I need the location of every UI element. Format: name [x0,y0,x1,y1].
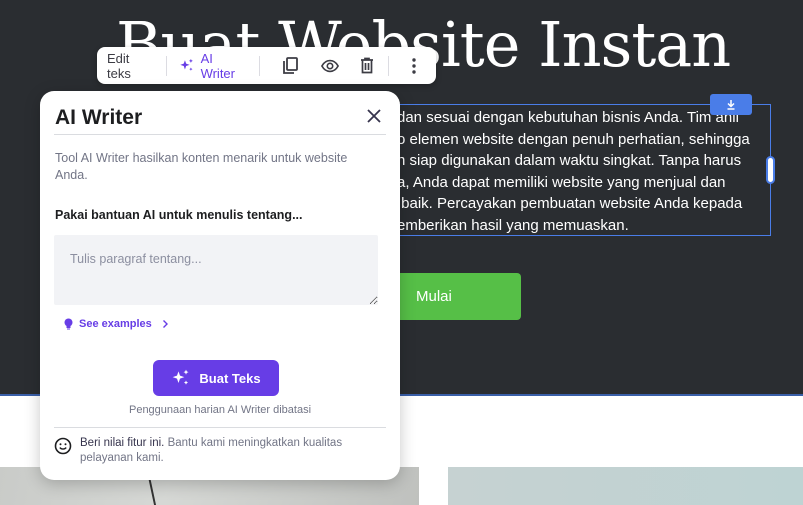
usage-note: Penggunaan harian AI Writer dibatasi [128,404,312,416]
delete-button[interactable] [358,57,375,75]
panel-description: Tool AI Writer hasilkan konten menarik u… [55,151,348,182]
hero-body-text[interactable]: dan sesuai dengan kebutuhan bisnis Anda.… [397,107,750,236]
body-line: dan sesuai dengan kebutuhan bisnis Anda.… [397,109,739,126]
see-examples-label: See examples [79,318,152,330]
duplicate-icon [282,56,298,74]
feedback-row[interactable]: Beri nilai fitur ini. Bantu kami meningk… [54,436,374,466]
smiley-icon [54,437,72,455]
drag-handle-tab[interactable] [710,94,752,115]
resize-handle[interactable] [766,156,775,184]
body-line: n siap digunakan dalam waktu singkat. Ta… [397,152,742,169]
prompt-textarea[interactable] [54,235,378,305]
ai-writer-panel: AI Writer Tool AI Writer hasilkan konten… [40,91,400,480]
close-icon [367,109,381,123]
edit-text-button[interactable]: Edit teks [107,51,154,81]
chevron-right-icon [162,320,168,328]
ai-writer-label: AI Writer [200,50,235,81]
close-button[interactable] [366,108,382,124]
body-line: a, Anda dapat memiliki website yang menj… [397,173,726,191]
panel-divider [54,134,386,135]
sparkle-icon [173,369,189,385]
download-arrow-icon [727,100,735,110]
element-toolbar: Edit teks AI Writer [97,47,436,84]
panel-divider [54,427,386,428]
preview-button[interactable] [321,57,340,75]
more-options-button[interactable] [405,57,422,75]
panel-title: AI Writer [55,106,143,129]
eye-icon [321,59,340,72]
buat-teks-button[interactable]: Buat Teks [153,360,279,396]
toolbar-divider [388,55,390,76]
feedback-text: Beri nilai fitur ini. Bantu kami meningk… [80,436,374,466]
selected-text-block[interactable]: dan sesuai dengan kebutuhan bisnis Anda.… [392,104,771,236]
prompt-label: Pakai bantuan AI untuk menulis tentang..… [55,208,303,222]
more-vertical-icon [411,57,416,74]
toolbar-divider [259,55,261,76]
trash-icon [360,57,373,74]
duplicate-button[interactable] [281,56,298,75]
feature-image-right [448,467,803,505]
toolbar-divider [165,55,167,76]
body-line: emberikan hasil yang memuaskan. [397,216,629,234]
body-line: o elemen website dengan penuh perhatian,… [397,130,750,148]
buat-teks-label: Buat Teks [199,370,261,386]
lightbulb-icon [64,318,73,330]
see-examples-link[interactable]: See examples [64,318,169,330]
sparkle-icon [180,58,193,71]
feedback-link[interactable]: Beri nilai fitur ini. [80,437,164,449]
ai-writer-button[interactable]: AI Writer [179,51,248,81]
body-line: baik. Percayakan pembuatan website Anda … [397,195,743,212]
